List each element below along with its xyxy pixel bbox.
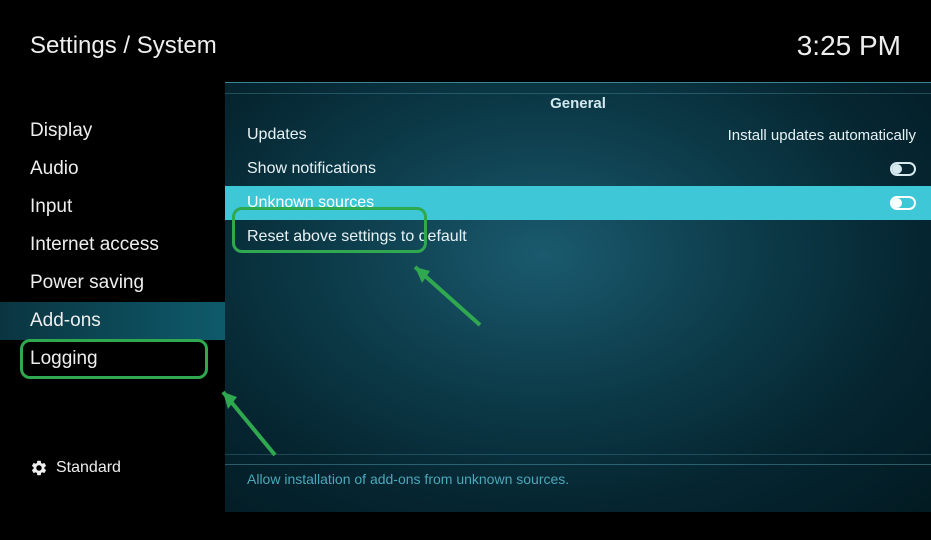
sidebar-item-display[interactable]: Display (0, 112, 225, 150)
setting-unknown-sources[interactable]: Unknown sources (225, 186, 931, 220)
setting-updates[interactable]: Updates Install updates automatically (225, 118, 931, 152)
setting-show-notifications[interactable]: Show notifications (225, 152, 931, 186)
setting-reset-defaults[interactable]: Reset above settings to default (225, 220, 931, 254)
breadcrumb: Settings / System (30, 32, 217, 60)
setting-label: Updates (247, 126, 728, 144)
toggle-off-icon (890, 196, 916, 210)
sidebar-item-logging[interactable]: Logging (0, 340, 225, 378)
clock: 3:25 PM (797, 30, 901, 62)
toggle-off-icon (890, 162, 916, 176)
settings-level-label: Standard (56, 459, 121, 477)
settings-level-button[interactable]: Standard (0, 459, 225, 512)
section-header: General (225, 83, 931, 118)
sidebar-item-add-ons[interactable]: Add-ons (0, 302, 225, 340)
setting-value: Install updates automatically (728, 127, 916, 144)
sidebar: Display Audio Input Internet access Powe… (0, 82, 225, 512)
settings-panel: General Updates Install updates automati… (225, 82, 931, 512)
gear-icon (30, 459, 48, 477)
sidebar-item-audio[interactable]: Audio (0, 150, 225, 188)
setting-label: Reset above settings to default (247, 228, 916, 246)
setting-label: Show notifications (247, 160, 890, 178)
sidebar-item-power-saving[interactable]: Power saving (0, 264, 225, 302)
sidebar-item-input[interactable]: Input (0, 188, 225, 226)
hint-text: Allow installation of add-ons from unkno… (247, 471, 931, 487)
setting-label: Unknown sources (247, 194, 890, 212)
sidebar-item-internet-access[interactable]: Internet access (0, 226, 225, 264)
